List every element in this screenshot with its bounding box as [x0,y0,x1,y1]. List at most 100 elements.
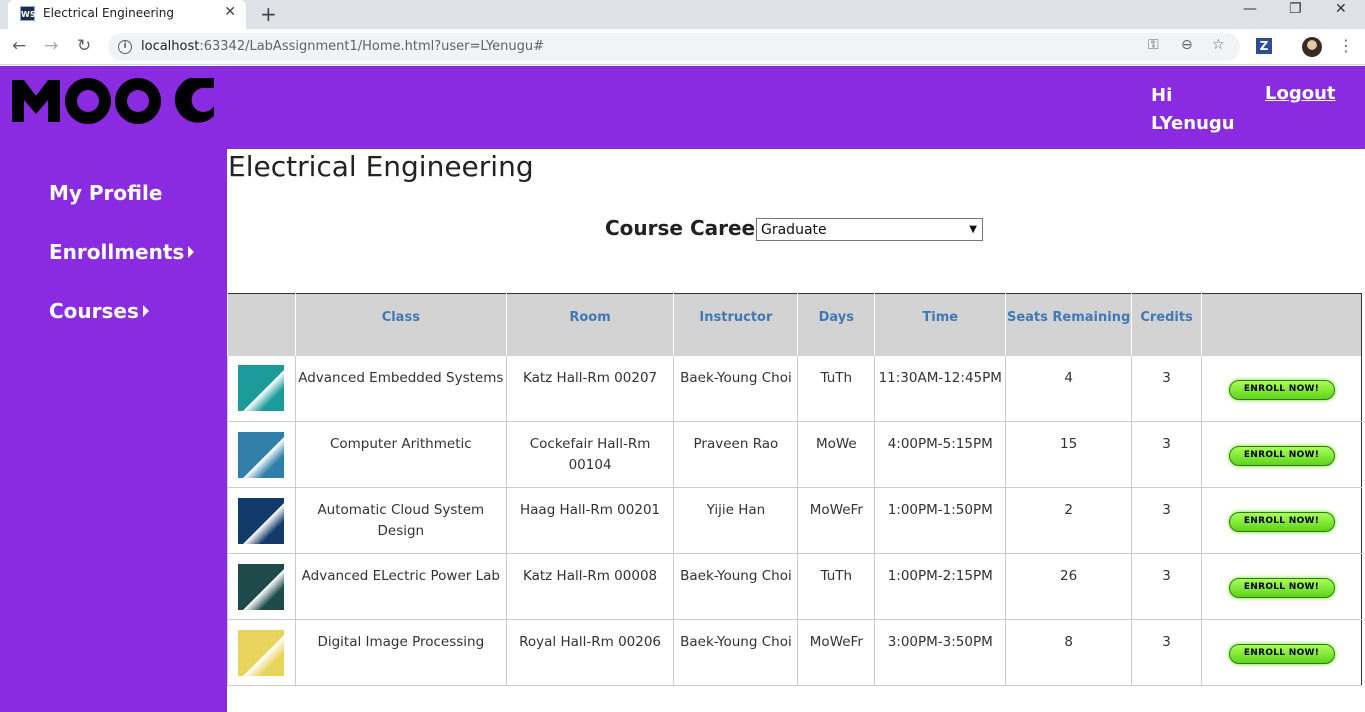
enroll-now-button[interactable]: ENROLL NOW! [1228,512,1335,532]
cell-action: ENROLL NOW! [1201,553,1362,620]
column-header-time: Time [874,293,1006,356]
course-career-select[interactable]: Graduate ▼ [756,218,983,241]
table-header-row: Class Room Instructor Days Time Seats Re… [227,293,1362,356]
cell-instructor: Baek-Young Choi [673,355,798,422]
reload-icon[interactable]: ↻ [77,36,91,56]
greeting-username: LYenugu [1151,113,1235,134]
course-book-cover-image[interactable] [238,365,285,412]
browser-tab[interactable]: WS Electrical Engineering ✕ [8,0,246,29]
cell-class: Computer Arithmetic [294,421,507,488]
cell-instructor: Baek-Young Choi [673,553,798,620]
course-book-cover-image[interactable] [238,563,285,610]
zoom-icon[interactable]: ⊖ [1181,37,1193,53]
browser-tab-strip: WS Electrical Engineering ✕ + — ❐ ✕ [0,0,1365,29]
bookmark-star-icon[interactable]: ☆ [1212,37,1225,53]
cell-instructor: Yijie Han [673,487,798,554]
page-title: Electrical Engineering [228,150,534,183]
course-book-cover-image[interactable] [238,431,285,478]
url-text[interactable]: localhost:63342/LabAssignment1/Home.html… [141,39,544,54]
caret-right-icon [142,305,149,317]
user-greeting: Hi LYenugu [1151,82,1235,138]
column-header-instructor: Instructor [673,293,798,356]
profile-avatar[interactable] [1302,37,1322,57]
new-tab-icon[interactable]: + [260,2,277,26]
cell-room: Royal Hall-Rm 00206 [505,619,674,686]
course-book-cover-image[interactable] [238,497,285,544]
cell-seats: 2 [1005,487,1132,554]
cell-seats: 8 [1005,619,1132,686]
column-header-credits: Credits [1131,293,1202,356]
info-icon[interactable]: i [118,40,132,54]
close-icon[interactable]: ✕ [224,4,236,20]
window-close-icon[interactable]: ✕ [1335,1,1347,17]
sidebar-item-label: Courses [49,299,139,323]
sidebar-item-enrollments[interactable]: Enrollments [49,240,195,264]
table-row: Digital Image Processing Royal Hall-Rm 00… [227,619,1362,686]
sidebar-item-courses[interactable]: Courses [49,299,149,323]
enroll-now-button[interactable]: ENROLL NOW! [1228,379,1335,400]
cell-days: MoWeFr [797,487,875,554]
column-header-action [1201,293,1362,356]
minimize-icon[interactable]: — [1243,1,1257,17]
course-book-cover-image[interactable] [238,629,285,676]
browser-toolbar: ← → ↻ i localhost:63342/LabAssignment1/H… [0,29,1365,65]
cell-thumbnail [227,553,296,620]
enroll-now-button[interactable]: ENROLL NOW! [1228,644,1335,664]
cell-room: Katz Hall-Rm 00207 [505,355,674,422]
cell-time: 11:30AM-12:45PM [874,355,1006,422]
enroll-now-button[interactable]: ENROLL NOW! [1228,446,1335,466]
course-career-label: Course Career: [605,216,773,240]
cell-credits: 3 [1131,619,1202,686]
menu-kebab-icon[interactable]: ⋮ [1338,36,1354,55]
cell-action: ENROLL NOW! [1201,487,1362,554]
address-bar[interactable]: i localhost:63342/LabAssignment1/Home.ht… [108,33,1240,61]
column-header-days: Days [797,293,875,356]
caret-right-icon [188,246,195,258]
cell-credits: 3 [1131,355,1202,422]
cell-thumbnail [227,355,296,422]
table-row: Advanced ELectric Power Lab Katz Hall-Rm … [227,553,1362,620]
dropdown-arrow-icon: ▼ [969,224,977,235]
logout-link[interactable]: Logout [1265,82,1336,106]
cell-time: 1:00PM-2:15PM [874,553,1006,620]
cell-action: ENROLL NOW! [1201,421,1362,488]
column-header-seats: Seats Remaining [1005,293,1132,356]
enroll-now-button[interactable]: ENROLL NOW! [1228,578,1335,598]
courses-table: Class Room Instructor Days Time Seats Re… [227,293,1362,686]
cell-thumbnail [227,487,296,554]
cell-seats: 4 [1005,355,1132,422]
cell-class: Advanced Embedded Systems [294,355,507,422]
site-header: Hi LYenugu Logout [0,66,1365,149]
greeting-hi: Hi [1151,85,1173,106]
mooc-logo[interactable] [12,76,214,124]
cell-credits: 3 [1131,553,1202,620]
cell-days: TuTh [797,355,875,422]
column-header-room: Room [505,293,674,356]
sidebar: My Profile Enrollments Courses [0,149,227,712]
cell-time: 1:00PM-1:50PM [874,487,1006,554]
cell-class: Digital Image Processing [294,619,507,686]
course-career-selected: Graduate [761,222,827,238]
forward-icon[interactable]: → [44,36,58,56]
back-icon[interactable]: ← [12,36,26,56]
sidebar-item-label: My Profile [49,181,163,205]
key-icon[interactable]: ⚿ [1148,37,1159,53]
column-header-image [227,293,296,356]
zotero-extension-icon[interactable]: Z [1256,38,1272,54]
sidebar-item-my-profile[interactable]: My Profile [49,181,162,205]
cell-seats: 26 [1005,553,1132,620]
restore-icon[interactable]: ❐ [1289,1,1302,17]
cell-instructor: Baek-Young Choi [673,619,798,686]
tab-title: Electrical Engineering [43,6,174,20]
cell-time: 4:00PM-5:15PM [874,421,1006,488]
cell-days: MoWeFr [797,619,875,686]
table-row: Advanced Embedded Systems Katz Hall-Rm 00… [227,355,1362,422]
table-row: Automatic Cloud System Design Haag Hall-R… [227,487,1362,554]
cell-days: TuTh [797,553,875,620]
cell-instructor: Praveen Rao [673,421,798,488]
cell-class: Automatic Cloud System Design [294,487,507,554]
cell-days: MoWe [797,421,875,488]
url-path: :63342/LabAssignment1/Home.html?user=LYe… [199,39,544,54]
sidebar-item-label: Enrollments [49,240,185,264]
cell-thumbnail [227,619,296,686]
